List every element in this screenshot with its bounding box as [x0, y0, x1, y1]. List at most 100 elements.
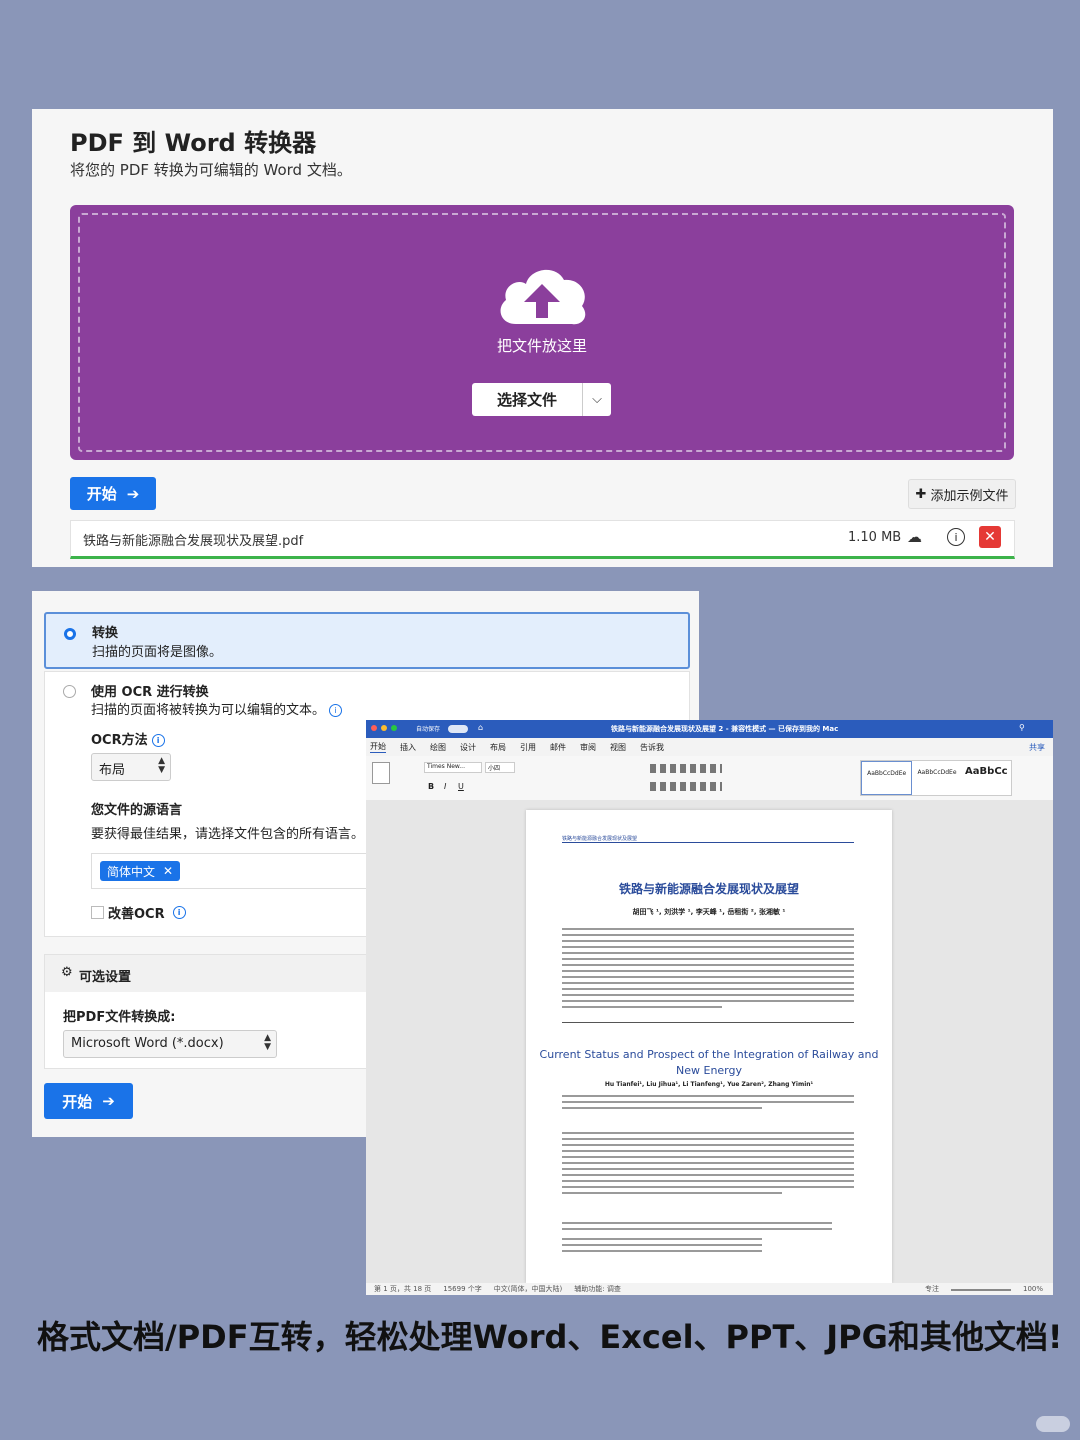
tab-draw[interactable]: 绘图: [430, 742, 446, 753]
start-button[interactable]: 开始 ➔: [70, 477, 156, 510]
ocr-method-select[interactable]: 布局 ▲▼: [91, 753, 171, 781]
close-icon[interactable]: ✕: [163, 864, 173, 878]
status-language[interactable]: 中文(简体，中国大陆): [494, 1284, 562, 1294]
file-size: 1.10 MB: [848, 530, 901, 545]
zoom-slider[interactable]: [951, 1289, 1011, 1291]
text-line: [562, 940, 854, 942]
tab-review[interactable]: 审阅: [580, 742, 596, 753]
styles-gallery[interactable]: AaBbCcDdEe AaBbCcDdEe AaBbCc: [860, 760, 1012, 796]
tab-layout[interactable]: 布局: [490, 742, 506, 753]
info-icon[interactable]: i: [173, 906, 186, 919]
converter-panel: PDF 到 Word 转换器 将您的 PDF 转换为可编辑的 Word 文档。 …: [32, 109, 1053, 567]
ribbon-tabs: 开始 插入 绘图 设计 布局 引用 邮件 审阅 视图 告诉我 共享: [366, 738, 1053, 756]
file-row: 铁路与新能源融合发展现状及展望.pdf 1.10 MB ☁ i ✕: [70, 520, 1015, 559]
list-controls-icon[interactable]: [650, 764, 722, 773]
upload-cloud-icon[interactable]: ☁: [907, 528, 922, 546]
zoom-window-button[interactable]: [391, 725, 397, 731]
status-page[interactable]: 第 1 页，共 18 页: [374, 1284, 431, 1294]
arrow-right-icon: ➔: [127, 485, 140, 503]
search-icon[interactable]: ⚲: [1019, 723, 1025, 732]
document-canvas[interactable]: 铁路与新能源融合发展现状及展望 铁路与新能源融合发展现状及展望 胡田飞 ¹, 刘…: [366, 800, 1053, 1283]
radio-ocr[interactable]: [63, 685, 76, 698]
status-focus[interactable]: 专注: [925, 1284, 939, 1294]
info-icon[interactable]: i: [152, 734, 165, 747]
text-line: [562, 1107, 762, 1109]
text-line: [562, 1150, 854, 1152]
text-line: [562, 970, 854, 972]
text-line: [562, 1144, 854, 1146]
page-title: PDF 到 Word 转换器: [70, 123, 316, 158]
language-tag[interactable]: 简体中文 ✕: [100, 861, 180, 881]
text-line: [562, 1168, 854, 1170]
text-line: [562, 1180, 854, 1182]
text-line: [562, 994, 854, 996]
language-input[interactable]: 简体中文 ✕: [91, 853, 392, 889]
text-line: [562, 1186, 854, 1188]
ocr-method-label: OCR方法 i: [91, 729, 165, 748]
ocr-method-value: 布局: [99, 759, 125, 778]
underline-icon[interactable]: U: [458, 782, 464, 791]
bold-icon[interactable]: B: [428, 782, 434, 791]
zoom-level[interactable]: 100%: [1023, 1285, 1043, 1293]
start-label: 开始: [87, 483, 117, 504]
choose-file-label[interactable]: 选择文件: [472, 383, 583, 416]
text-line: [562, 1156, 854, 1158]
tab-insert[interactable]: 插入: [400, 742, 416, 753]
tab-tell-me[interactable]: 告诉我: [640, 742, 664, 753]
add-sample-button[interactable]: ✚ 添加示例文件: [908, 479, 1016, 509]
style-normal[interactable]: AaBbCcDdEe: [861, 761, 912, 795]
chevron-down-icon[interactable]: ⌵: [583, 383, 611, 416]
style-heading-1[interactable]: AaBbCc: [962, 761, 1011, 795]
close-window-button[interactable]: [371, 725, 377, 731]
minimize-window-button[interactable]: [381, 725, 387, 731]
radio-convert[interactable]: [64, 628, 76, 640]
tab-design[interactable]: 设计: [460, 742, 476, 753]
text-line: [562, 982, 854, 984]
text-line: [562, 1000, 854, 1002]
option-convert[interactable]: 转换 扫描的页面将是图像。: [44, 612, 690, 669]
text-line: [562, 1238, 762, 1240]
style-no-spacing[interactable]: AaBbCcDdEe: [912, 761, 961, 795]
text-line: [562, 952, 854, 954]
document-header: 铁路与新能源融合发展现状及展望: [562, 835, 854, 843]
tab-references[interactable]: 引用: [520, 742, 536, 753]
share-button[interactable]: 共享: [1029, 742, 1045, 753]
improve-ocr-option[interactable]: 改善OCR i: [91, 903, 186, 922]
close-icon[interactable]: ✕: [979, 526, 1001, 548]
document-title-en: Current Status and Prospect of the Integ…: [526, 1047, 892, 1079]
text-line: [562, 1132, 854, 1134]
font-size-select[interactable]: 小四: [485, 762, 515, 773]
document-page[interactable]: 铁路与新能源融合发展现状及展望 铁路与新能源融合发展现状及展望 胡田飞 ¹, 刘…: [526, 810, 892, 1283]
ocr-method-text: OCR方法: [91, 733, 148, 748]
info-icon[interactable]: i: [329, 704, 342, 717]
plus-icon: ✚: [916, 487, 927, 502]
ribbon: Times New... 小四 B I U AaBbCcDdEe AaBbCcD…: [366, 756, 1053, 801]
add-sample-label: 添加示例文件: [930, 485, 1008, 504]
autosave-toggle[interactable]: [448, 725, 468, 733]
font-name-select[interactable]: Times New...: [424, 762, 482, 773]
align-controls-icon[interactable]: [650, 782, 722, 791]
italic-icon[interactable]: I: [444, 782, 446, 791]
option-convert-title: 转换: [92, 622, 118, 641]
status-words[interactable]: 15699 个字: [443, 1284, 482, 1294]
start-button[interactable]: 开始 ➔: [44, 1083, 133, 1119]
tab-mailings[interactable]: 邮件: [550, 742, 566, 753]
separator-line: [562, 1022, 854, 1023]
drop-zone[interactable]: 把文件放这里 选择文件 ⌵: [70, 205, 1014, 460]
improve-ocr-label: 改善OCR: [108, 903, 165, 922]
source-language-desc: 要获得最佳结果，请选择文件包含的所有语言。: [91, 823, 364, 842]
info-icon[interactable]: i: [947, 528, 965, 546]
paste-icon[interactable]: [372, 762, 390, 784]
word-window: 自动保存 ⌂ 铁路与新能源融合发展现状及展望 2 - 兼容性模式 — 已保存到我…: [366, 720, 1053, 1295]
tab-view[interactable]: 视图: [610, 742, 626, 753]
home-icon[interactable]: ⌂: [478, 723, 483, 732]
text-line: [562, 1174, 854, 1176]
status-accessibility[interactable]: 辅助功能: 调查: [574, 1284, 621, 1294]
format-select[interactable]: Microsoft Word (*.docx) ▲▼: [63, 1030, 277, 1058]
text-line: [562, 976, 854, 978]
option-ocr-desc: 扫描的页面将被转换为可以编辑的文本。i: [91, 699, 342, 718]
tab-home[interactable]: 开始: [370, 741, 386, 753]
text-line: [562, 928, 854, 930]
choose-file-button[interactable]: 选择文件 ⌵: [472, 383, 611, 416]
improve-ocr-checkbox[interactable]: [91, 906, 104, 919]
